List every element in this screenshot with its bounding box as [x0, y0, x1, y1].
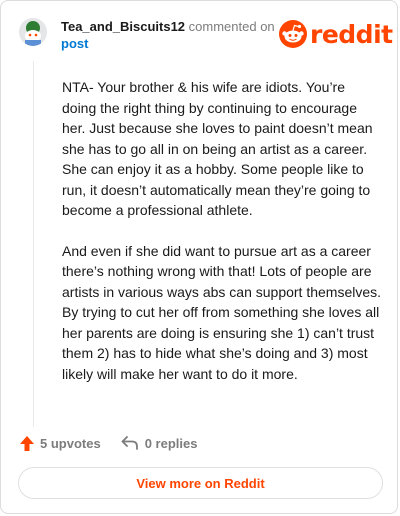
user-avatar[interactable]	[19, 18, 47, 46]
reddit-wordmark: reddit	[310, 19, 393, 49]
thread-line	[33, 61, 34, 427]
upvote-arrow-icon	[20, 435, 34, 451]
commented-on-text: commented on	[188, 19, 275, 34]
reply-button[interactable]: 0 replies	[121, 435, 198, 451]
comment-paragraph: NTA- Your brother & his wife are idiots.…	[62, 79, 373, 218]
snoo-avatar-icon	[19, 18, 47, 46]
view-more-button[interactable]: View more on Reddit	[18, 467, 383, 499]
comment-paragraph: And even if she did want to pursue art a…	[62, 242, 382, 382]
username[interactable]: Tea_and_Biscuits12	[61, 19, 185, 34]
comment-embed-card: Tea_and_Biscuits12 commented on post red…	[0, 0, 398, 514]
reddit-snoo-icon	[279, 20, 307, 48]
comment-body: NTA- Your brother & his wife are idiots.…	[62, 77, 382, 404]
upvote-button[interactable]: 5 upvotes	[19, 435, 101, 452]
reddit-logo[interactable]: reddit	[279, 18, 393, 50]
reply-arrow-icon	[121, 436, 138, 450]
comment-header: Tea_and_Biscuits12 commented on post	[61, 18, 281, 52]
reply-count: 0 replies	[144, 435, 198, 451]
post-link[interactable]: post	[61, 35, 281, 52]
comment-actions: 5 upvotes 0 replies	[19, 433, 197, 453]
upvote-count: 5 upvotes	[40, 435, 101, 451]
